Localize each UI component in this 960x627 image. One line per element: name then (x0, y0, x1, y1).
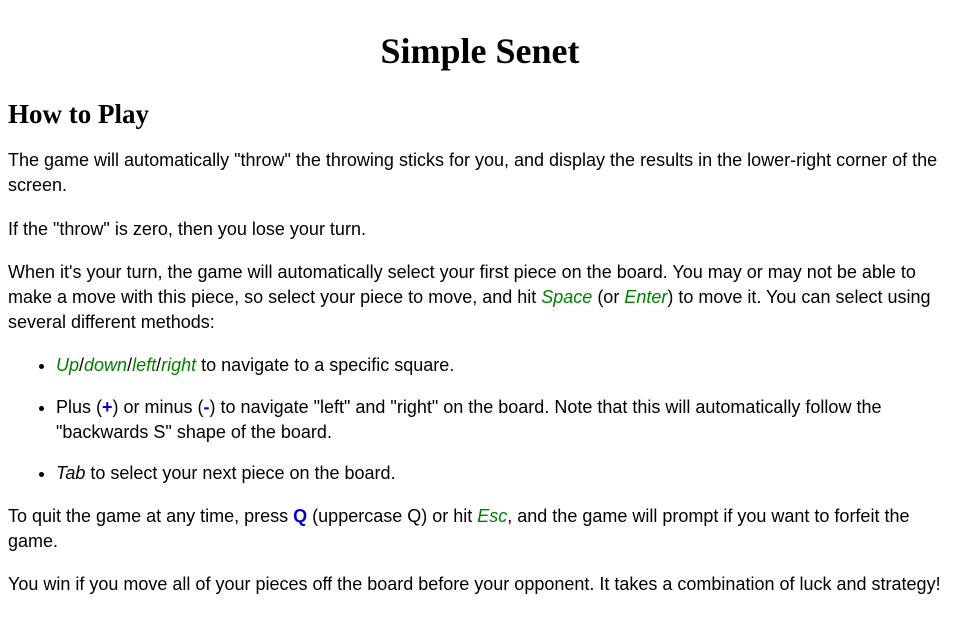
paragraph-win: You win if you move all of your pieces o… (8, 572, 952, 597)
key-esc: Esc (477, 506, 507, 526)
key-up: Up (56, 355, 79, 375)
text-run: ) or minus ( (113, 397, 204, 417)
paragraph-throw-zero: If the "throw" is zero, then you lose yo… (8, 217, 952, 242)
key-tab: Tab (56, 463, 85, 483)
key-left: left (132, 355, 156, 375)
paragraph-throw-auto: The game will automatically "throw" the … (8, 148, 952, 198)
text-run: (uppercase Q) or hit (307, 506, 477, 526)
key-enter: Enter (624, 287, 667, 307)
paragraph-quit: To quit the game at any time, press Q (u… (8, 504, 952, 554)
text-run: (or (592, 287, 624, 307)
key-q: Q (293, 506, 307, 526)
list-item-tab: Tab to select your next piece on the boa… (56, 461, 952, 486)
key-plus: + (102, 397, 113, 417)
list-item-arrows: Up/down/left/right to navigate to a spec… (56, 353, 952, 378)
paragraph-select-move: When it's your turn, the game will autom… (8, 260, 952, 336)
key-space: Space (541, 287, 592, 307)
controls-list: Up/down/left/right to navigate to a spec… (8, 353, 952, 486)
text-run: to select your next piece on the board. (85, 463, 395, 483)
key-down: down (84, 355, 127, 375)
page-title: Simple Senet (8, 26, 952, 76)
how-to-play-heading: How to Play (8, 96, 952, 134)
text-run: to navigate to a specific square. (196, 355, 454, 375)
list-item-plusminus: Plus (+) or minus (-) to navigate "left"… (56, 395, 952, 445)
text-run: Plus ( (56, 397, 102, 417)
key-right: right (161, 355, 196, 375)
text-run: To quit the game at any time, press (8, 506, 293, 526)
